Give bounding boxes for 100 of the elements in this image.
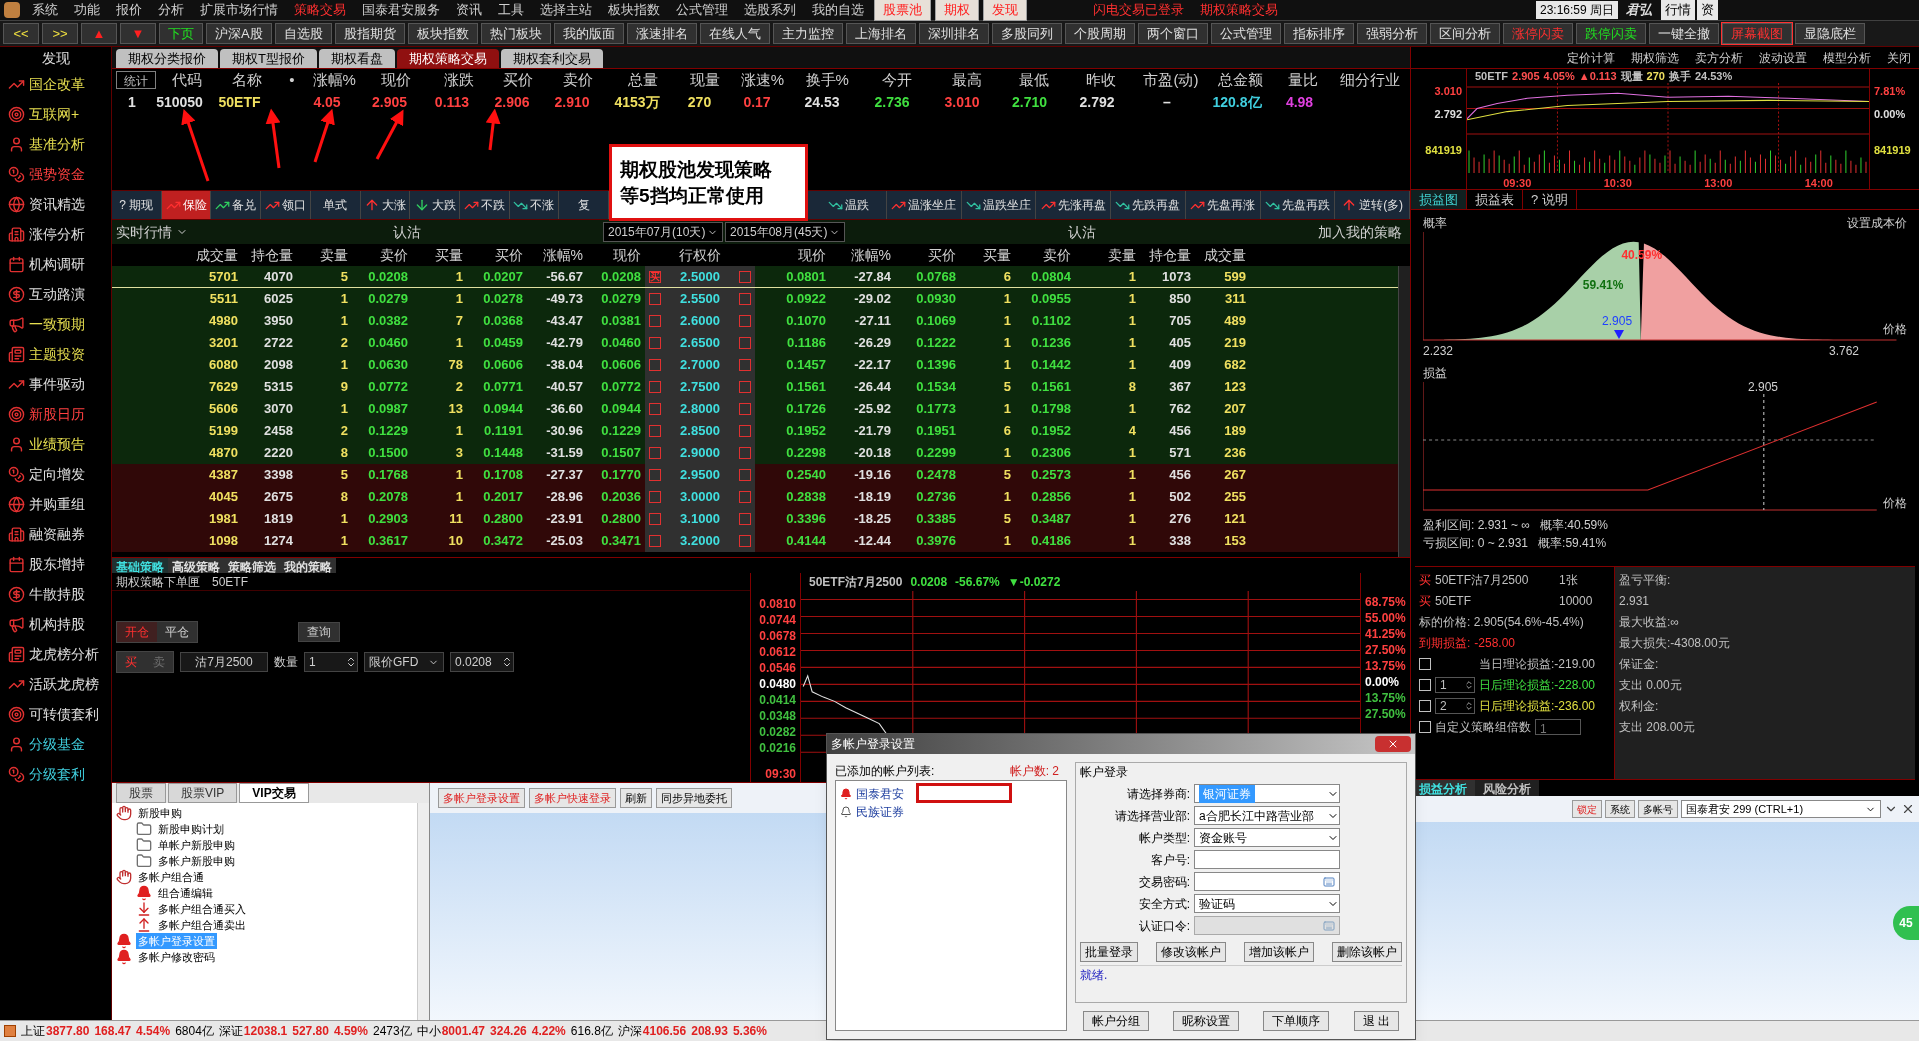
- view-tab[interactable]: 期权看盘: [318, 49, 395, 68]
- toolbar-button[interactable]: 多股同列: [991, 23, 1062, 44]
- month-dropdown[interactable]: 2015年07月(10天): [603, 222, 723, 242]
- month-dropdown[interactable]: 2015年08月(45天): [725, 222, 845, 242]
- select-field[interactable]: a合肥长江中路营业部: [1194, 806, 1340, 825]
- buy-checkbox[interactable]: [649, 293, 661, 305]
- menu-item[interactable]: 系统: [24, 0, 66, 20]
- menu-item[interactable]: 资讯: [448, 0, 490, 20]
- sidebar-item[interactable]: 新股日历: [29, 403, 85, 425]
- column-header[interactable]: 现价: [755, 244, 830, 266]
- trade-button[interactable]: 同步异地委托: [656, 788, 732, 808]
- tree-item[interactable]: 单帐户新股申购: [156, 836, 237, 854]
- column-header[interactable]: 卖价: [352, 244, 412, 266]
- bottom-tab[interactable]: 风险分析: [1475, 780, 1539, 796]
- column-header[interactable]: 总金额: [1205, 68, 1276, 92]
- sidebar-item[interactable]: 事件驱动: [29, 373, 85, 395]
- strategy-tab[interactable]: 保险: [161, 191, 212, 219]
- menu-item[interactable]: 我的自选: [804, 0, 872, 20]
- option-row[interactable]: 1981 1819 1 0.2903 11 0.2800 -23.91 0.2800 3.1000 0.3396 -18.25 0.3385 5 0.3487 1 276 121: [112, 508, 1398, 530]
- sidebar-item[interactable]: 业绩预告: [29, 433, 85, 455]
- tree-item[interactable]: 组合通编辑: [156, 884, 215, 902]
- toolbar-button[interactable]: 屏幕截图: [1721, 23, 1792, 44]
- sidebar-item[interactable]: 一致预期: [29, 313, 85, 335]
- menu-item[interactable]: 工具: [490, 0, 532, 20]
- trade-button[interactable]: 刷新: [620, 788, 652, 808]
- menu-link[interactable]: 模型分析: [1823, 48, 1871, 67]
- toolbar-button[interactable]: 强弱分析: [1356, 23, 1427, 44]
- column-header[interactable]: 买价: [467, 244, 527, 266]
- menu-item[interactable]: 选择主站: [532, 0, 600, 20]
- option-row[interactable]: 4980 3950 1 0.0382 7 0.0368 -43.47 0.0381 2.6000 0.1070 -27.11 0.1069 1 0.1102 1 705 489: [112, 310, 1398, 332]
- tree-item[interactable]: 多帐户组合通卖出: [156, 916, 248, 934]
- toolbar-button[interactable]: 我的版面: [553, 23, 624, 44]
- spinner-arrows-icon[interactable]: [345, 656, 357, 668]
- sidebar-item[interactable]: 并购重组: [29, 493, 85, 515]
- strategy-type-tab[interactable]: 基础策略: [112, 558, 168, 573]
- dialog-button[interactable]: 增加该帐户: [1244, 942, 1314, 962]
- column-header[interactable]: 卖价: [1015, 244, 1075, 266]
- column-header[interactable]: 最低: [1001, 68, 1067, 92]
- tree-item[interactable]: 新股申购计划: [156, 820, 226, 838]
- position-toggle[interactable]: 平仓: [157, 622, 197, 642]
- tree-item[interactable]: 多帐户修改密码: [136, 948, 217, 966]
- option-row[interactable]: 5606 3070 1 0.0987 13 0.0944 -36.60 0.0944 2.8000 0.1726 -25.92 0.1773 1 0.1798 1 762 207: [112, 398, 1398, 420]
- buy-checkbox[interactable]: [649, 403, 661, 415]
- panel-button[interactable]: 系统: [1605, 800, 1635, 818]
- column-header[interactable]: 卖量: [297, 244, 352, 266]
- column-header[interactable]: 最高: [931, 68, 1002, 92]
- panel-tab[interactable]: 股票VIP: [168, 783, 238, 803]
- dialog-button[interactable]: 批量登录: [1080, 942, 1138, 962]
- column-header[interactable]: 换手%: [792, 68, 863, 92]
- column-header[interactable]: 总量: [608, 68, 678, 92]
- sidebar-item[interactable]: 龙虎榜分析: [29, 643, 99, 665]
- column-header[interactable]: 现价: [587, 244, 645, 266]
- view-tab[interactable]: 期权T型报价: [220, 49, 317, 68]
- toolbar-button[interactable]: 显隐底栏: [1794, 23, 1865, 44]
- panel-button[interactable]: 锁定: [1572, 800, 1602, 818]
- sidebar-item[interactable]: 互联网+: [29, 103, 80, 125]
- dialog-button[interactable]: 帐户分组: [1083, 1011, 1149, 1031]
- toolbar-button[interactable]: 跌停闪卖: [1575, 23, 1646, 44]
- tree-item[interactable]: 多帐户新股申购: [156, 852, 237, 870]
- menu-link[interactable]: 关闭: [1887, 48, 1911, 67]
- query-button[interactable]: 查询: [298, 622, 340, 642]
- option-row[interactable]: 4870 2220 8 0.1500 3 0.1448 -31.59 0.1507 2.9000 0.2298 -20.18 0.2299 1 0.2306 1 571 236: [112, 442, 1398, 464]
- buy-checkbox[interactable]: [649, 425, 661, 437]
- sidebar-item[interactable]: 涨停分析: [29, 223, 85, 245]
- menu-item[interactable]: 板块指数: [600, 0, 668, 20]
- option-row[interactable]: 1098 1274 1 0.3617 10 0.3472 -25.03 0.3471 3.2000 0.4144 -12.44 0.3976 1 0.4186 1 338 153: [112, 530, 1398, 552]
- trade-button[interactable]: 多帐户快速登录: [529, 788, 616, 808]
- column-header[interactable]: 涨幅%: [527, 244, 587, 266]
- menu-link[interactable]: 卖方分析: [1695, 48, 1743, 67]
- view-tab[interactable]: 期权分类报价: [116, 49, 218, 68]
- toolbar-button[interactable]: 上海排名: [845, 23, 916, 44]
- account-item[interactable]: 国泰君安: [856, 785, 904, 803]
- analysis-tab[interactable]: 损益图: [1411, 190, 1467, 209]
- days-spinner[interactable]: 1: [1435, 677, 1475, 693]
- sell-checkbox[interactable]: [739, 535, 751, 547]
- option-row[interactable]: 6080 2098 1 0.0630 78 0.0606 -38.04 0.0606 2.7000 0.1457 -22.17 0.1396 1 0.1442 1 409 682: [112, 354, 1398, 376]
- select-field[interactable]: 资金账号: [1194, 828, 1340, 847]
- buy-checkbox[interactable]: [649, 535, 661, 547]
- strategy-type-tab[interactable]: 策略筛选: [224, 558, 280, 573]
- column-header[interactable]: 代码: [159, 68, 215, 92]
- sidebar-item[interactable]: 股东增持: [29, 553, 85, 575]
- sidebar-item[interactable]: 可转债套利: [29, 703, 99, 725]
- sell-checkbox[interactable]: [739, 491, 751, 503]
- buy-checkbox[interactable]: 买: [649, 270, 661, 283]
- sell-checkbox[interactable]: [739, 403, 751, 415]
- menu-item[interactable]: 国泰君安服务: [354, 0, 448, 20]
- option-row[interactable]: 4387 3398 5 0.1768 1 0.1708 -27.37 0.1770 2.9500 0.2540 -19.16 0.2478 5 0.2573 1 456 267: [112, 464, 1398, 486]
- sidebar-item[interactable]: 资讯精选: [29, 193, 85, 215]
- menu-item[interactable]: 选股系列: [736, 0, 804, 20]
- sell-checkbox[interactable]: [739, 381, 751, 393]
- checkbox[interactable]: [1419, 700, 1431, 712]
- toolbar-button[interactable]: <<: [3, 23, 39, 44]
- buy-checkbox[interactable]: [649, 447, 661, 459]
- sell-checkbox[interactable]: [739, 425, 751, 437]
- toolbar-button[interactable]: 热门板块: [480, 23, 551, 44]
- sell-checkbox[interactable]: [739, 447, 751, 459]
- column-header[interactable]: 买量: [960, 244, 1015, 266]
- column-header[interactable]: 涨幅%: [830, 244, 895, 266]
- select-field[interactable]: 验证码: [1194, 894, 1340, 913]
- buy-checkbox[interactable]: [649, 315, 661, 327]
